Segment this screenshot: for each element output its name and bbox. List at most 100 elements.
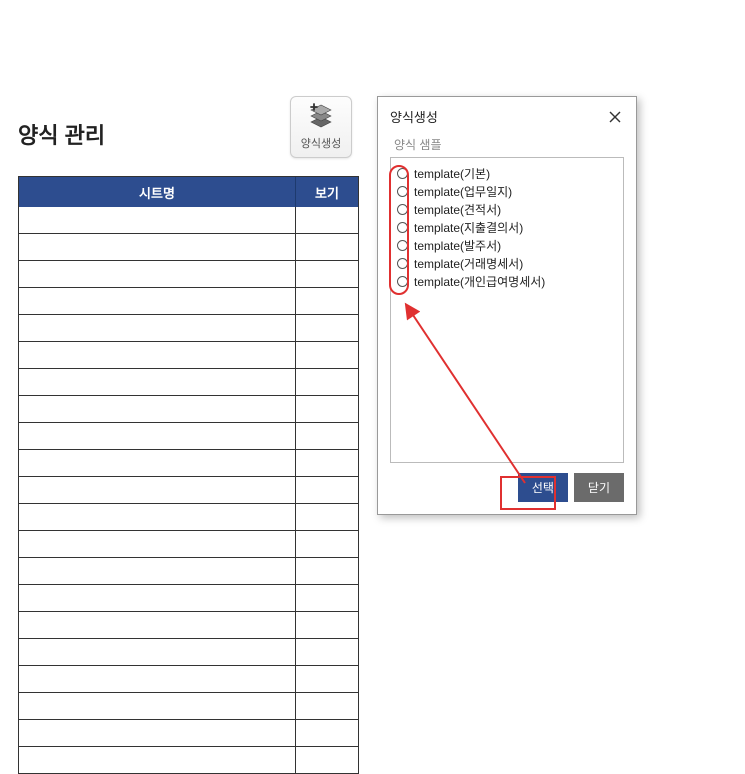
radio-icon <box>397 186 408 197</box>
cell-sheet <box>19 531 296 557</box>
template-option-label: template(발주서) <box>414 237 501 254</box>
cell-view <box>296 207 358 233</box>
table-row[interactable] <box>19 315 358 342</box>
radio-icon <box>397 276 408 287</box>
cell-view <box>296 315 358 341</box>
select-button[interactable]: 선택 <box>518 473 568 502</box>
table-row[interactable] <box>19 504 358 531</box>
cell-sheet <box>19 450 296 476</box>
table-row[interactable] <box>19 558 358 585</box>
cell-view <box>296 369 358 395</box>
table-row[interactable] <box>19 693 358 720</box>
template-option[interactable]: template(견적서) <box>397 200 617 218</box>
table-row[interactable] <box>19 342 358 369</box>
cell-sheet <box>19 747 296 773</box>
template-option[interactable]: template(발주서) <box>397 236 617 254</box>
cell-sheet <box>19 612 296 638</box>
cell-view <box>296 288 358 314</box>
cell-sheet <box>19 423 296 449</box>
table-row[interactable] <box>19 369 358 396</box>
cell-sheet <box>19 504 296 530</box>
template-option-label: template(업무일지) <box>414 183 512 200</box>
table-row[interactable] <box>19 288 358 315</box>
cell-sheet <box>19 234 296 260</box>
template-option-label: template(견적서) <box>414 201 501 218</box>
cell-view <box>296 585 358 611</box>
template-option[interactable]: template(업무일지) <box>397 182 617 200</box>
radio-icon <box>397 240 408 251</box>
template-option[interactable]: template(지출결의서) <box>397 218 617 236</box>
table-row[interactable] <box>19 396 358 423</box>
cell-sheet <box>19 261 296 287</box>
table-row[interactable] <box>19 234 358 261</box>
template-option-label: template(거래명세서) <box>414 255 523 272</box>
template-option-label: template(개인급여명세서) <box>414 273 545 290</box>
template-option[interactable]: template(거래명세서) <box>397 254 617 272</box>
cell-view <box>296 504 358 530</box>
table-row[interactable] <box>19 747 358 774</box>
table-row[interactable] <box>19 207 358 234</box>
create-form-button[interactable]: 양식생성 <box>290 96 352 158</box>
cell-view <box>296 342 358 368</box>
table-row[interactable] <box>19 585 358 612</box>
cell-view <box>296 612 358 638</box>
cell-view <box>296 396 358 422</box>
dialog-header: 양식생성 <box>390 107 624 126</box>
close-icon <box>609 111 621 123</box>
grid-header: 시트명 보기 <box>19 177 358 207</box>
table-row[interactable] <box>19 477 358 504</box>
cell-view <box>296 558 358 584</box>
layers-plus-icon <box>306 103 336 132</box>
cell-sheet <box>19 369 296 395</box>
table-row[interactable] <box>19 612 358 639</box>
cell-view <box>296 477 358 503</box>
cell-sheet <box>19 207 296 233</box>
grid-header-view: 보기 <box>296 177 358 207</box>
dialog-subtitle: 양식 샘플 <box>390 136 624 153</box>
dialog-close-button[interactable] <box>606 108 624 126</box>
dialog-footer: 선택 닫기 <box>390 473 624 502</box>
table-row[interactable] <box>19 261 358 288</box>
template-list: template(기본)template(업무일지)template(견적서)t… <box>390 157 624 463</box>
dialog-title: 양식생성 <box>390 107 438 126</box>
cell-sheet <box>19 585 296 611</box>
radio-icon <box>397 204 408 215</box>
template-option[interactable]: template(기본) <box>397 164 617 182</box>
cell-view <box>296 639 358 665</box>
cell-view <box>296 450 358 476</box>
cell-sheet <box>19 288 296 314</box>
cell-sheet <box>19 396 296 422</box>
template-option[interactable]: template(개인급여명세서) <box>397 272 617 290</box>
table-row[interactable] <box>19 531 358 558</box>
cell-sheet <box>19 720 296 746</box>
cell-view <box>296 531 358 557</box>
table-row[interactable] <box>19 639 358 666</box>
form-grid: 시트명 보기 <box>18 176 359 774</box>
template-option-label: template(지출결의서) <box>414 219 523 236</box>
create-form-dialog: 양식생성 양식 샘플 template(기본)template(업무일지)tem… <box>377 96 637 515</box>
close-button[interactable]: 닫기 <box>574 473 624 502</box>
table-row[interactable] <box>19 450 358 477</box>
cell-sheet <box>19 342 296 368</box>
cell-sheet <box>19 639 296 665</box>
grid-header-sheet: 시트명 <box>19 177 296 207</box>
cell-view <box>296 693 358 719</box>
cell-view <box>296 261 358 287</box>
cell-sheet <box>19 666 296 692</box>
template-option-label: template(기본) <box>414 165 490 182</box>
page-title: 양식 관리 <box>18 118 105 150</box>
cell-view <box>296 666 358 692</box>
create-form-button-label: 양식생성 <box>301 135 341 151</box>
cell-sheet <box>19 315 296 341</box>
radio-icon <box>397 222 408 233</box>
table-row[interactable] <box>19 423 358 450</box>
cell-view <box>296 234 358 260</box>
cell-sheet <box>19 693 296 719</box>
table-row[interactable] <box>19 666 358 693</box>
radio-icon <box>397 168 408 179</box>
cell-sheet <box>19 558 296 584</box>
radio-icon <box>397 258 408 269</box>
cell-view <box>296 720 358 746</box>
table-row[interactable] <box>19 720 358 747</box>
cell-view <box>296 423 358 449</box>
